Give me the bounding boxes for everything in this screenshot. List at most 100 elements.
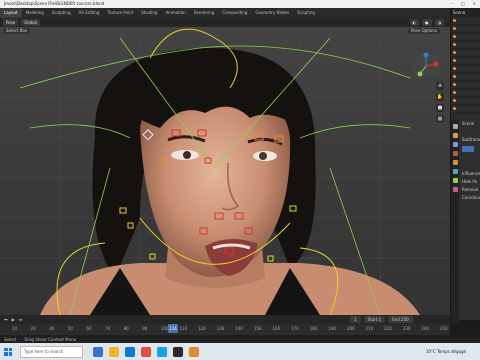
frame-range: 1 Start 1 End 250 [350, 316, 413, 323]
tab-geometry-nodes[interactable]: Geometry Nodes [251, 8, 293, 18]
jump-start-icon[interactable]: ⏮ [4, 317, 8, 322]
maximize-button[interactable]: □ [461, 0, 465, 8]
tab-compositing[interactable]: Compositing [218, 8, 251, 18]
outliner-row[interactable] [451, 57, 480, 65]
current-frame-field[interactable]: 1 [350, 316, 361, 323]
grid-icon[interactable]: ▦ [436, 115, 444, 123]
outliner-row[interactable] [451, 89, 480, 97]
mode-select[interactable]: Pose [3, 19, 19, 26]
outliner-row[interactable] [451, 17, 480, 25]
jump-end-icon[interactable]: ⏭ [19, 317, 23, 322]
zoom-icon[interactable]: ⊕ [436, 82, 444, 90]
timeline-tick: 120 [198, 326, 206, 331]
tab-uv-editing[interactable]: UV Editing [75, 8, 104, 18]
properties-row[interactable]: Remove [460, 186, 480, 194]
tab-texture-paint[interactable]: Texture Paint [103, 8, 137, 18]
timeline-tick: 70 [105, 326, 111, 331]
status-bar: Select Drag Shear Context Menu [0, 335, 480, 343]
timeline-tick: 60 [86, 326, 92, 331]
outliner-row[interactable] [451, 73, 480, 81]
tab-animation[interactable]: Animation [161, 8, 189, 18]
shading-material-button[interactable]: ◑ [434, 19, 444, 26]
properties-row [460, 154, 480, 162]
tab-modeling[interactable]: Modeling [22, 8, 48, 18]
timeline-tick: 130 [216, 326, 225, 331]
viewport-header: Pose Global ◐ ● ◑ [0, 18, 450, 27]
object-tab-icon[interactable] [452, 160, 458, 165]
properties-row [460, 162, 480, 170]
system-tray: 10°C Temps dégagé [426, 349, 480, 354]
properties-tabs [451, 120, 459, 324]
properties-row[interactable]: Hide Pa [460, 178, 480, 186]
properties-row[interactable]: Coordinate [460, 194, 480, 202]
timeline-tick: 230 [402, 326, 411, 331]
windows-start-icon[interactable] [4, 347, 12, 356]
properties-row [460, 128, 480, 136]
weather-text[interactable]: 10°C Temps dégagé [426, 349, 466, 354]
blender-icon[interactable] [189, 346, 199, 357]
properties-row[interactable]: Subframe [460, 136, 480, 144]
timeline-tick: 200 [346, 326, 355, 331]
tool-tab-icon[interactable] [452, 124, 458, 129]
end-frame-field[interactable]: End 250 [388, 316, 413, 323]
overlay-toggle[interactable]: ◐ [409, 19, 419, 26]
properties-row[interactable]: Influence [460, 170, 480, 178]
store-icon[interactable] [157, 346, 167, 357]
outliner-row[interactable] [451, 25, 480, 33]
outliner-panel: Scene [450, 8, 480, 120]
object-icon [453, 67, 456, 70]
outliner-row[interactable] [451, 49, 480, 57]
minimize-button[interactable]: – [451, 0, 453, 8]
outliner-title: Scene [451, 8, 480, 17]
constraint-tab-icon[interactable] [452, 169, 458, 174]
outliner-row[interactable] [451, 97, 480, 105]
edge-icon[interactable] [125, 346, 135, 357]
outliner-row[interactable] [451, 41, 480, 49]
tab-rendering[interactable]: Rendering [190, 8, 218, 18]
viewport-subheader: Select Box Pose Options [0, 27, 450, 35]
taskbar-apps [93, 346, 199, 357]
play-icon[interactable]: ▶ [12, 317, 15, 322]
file-explorer-icon[interactable] [109, 346, 119, 357]
select-box-button[interactable]: Select Box [3, 28, 31, 34]
tab-layout[interactable]: Layout [0, 8, 22, 18]
close-button[interactable]: × [473, 0, 476, 8]
output-tab-icon[interactable] [452, 142, 458, 147]
app-icon[interactable] [173, 346, 183, 357]
outliner-row[interactable] [451, 105, 480, 113]
tab-scripting[interactable]: Scripting [293, 8, 319, 18]
playhead[interactable]: 124 [168, 324, 178, 333]
shading-solid-button[interactable]: ● [422, 19, 432, 26]
timeline-tick: 110 [179, 326, 188, 331]
navigation-gizmo[interactable] [412, 52, 440, 80]
properties-content: Scene Subframe Influence Hide Pa Remove … [460, 120, 480, 320]
pan-hand-icon[interactable]: ✋ [436, 93, 444, 101]
timeline-tick: 150 [253, 326, 262, 331]
chrome-icon[interactable] [141, 346, 151, 357]
outliner-row[interactable] [451, 65, 480, 73]
timeline-tick: 240 [421, 326, 430, 331]
tab-sculpting[interactable]: Sculpting [48, 8, 75, 18]
timeline-ruler[interactable]: 250 240 230 220 210 200 190 180 170 160 150 140 130 1… [0, 324, 450, 335]
material-tab-icon[interactable] [452, 187, 458, 192]
status-hint: Select [4, 336, 17, 342]
viewport-scene [0, 18, 450, 315]
object-icon [453, 91, 456, 94]
selected-field[interactable] [462, 146, 474, 152]
task-view-icon[interactable] [93, 346, 103, 357]
object-icon [453, 51, 456, 54]
taskbar-search-input[interactable]: Type here to search [20, 345, 83, 358]
outliner-row[interactable] [451, 33, 480, 41]
status-hint: Drag Shear Context Menu [24, 336, 77, 342]
3d-viewport[interactable]: Pose Global ◐ ● ◑ Select Box Pose Option… [0, 18, 450, 315]
data-tab-icon[interactable] [452, 178, 458, 183]
camera-icon[interactable]: ■ [436, 104, 444, 112]
outliner-row[interactable] [451, 81, 480, 89]
scene-tab-icon[interactable] [452, 151, 458, 156]
transform-orientation-select[interactable]: Global [21, 19, 41, 26]
timeline-tick: 180 [309, 326, 318, 331]
tab-shading[interactable]: Shading [137, 8, 161, 18]
start-frame-field[interactable]: Start 1 [363, 316, 386, 323]
render-tab-icon[interactable] [452, 133, 458, 138]
pose-options-button[interactable]: Pose Options [408, 28, 440, 34]
